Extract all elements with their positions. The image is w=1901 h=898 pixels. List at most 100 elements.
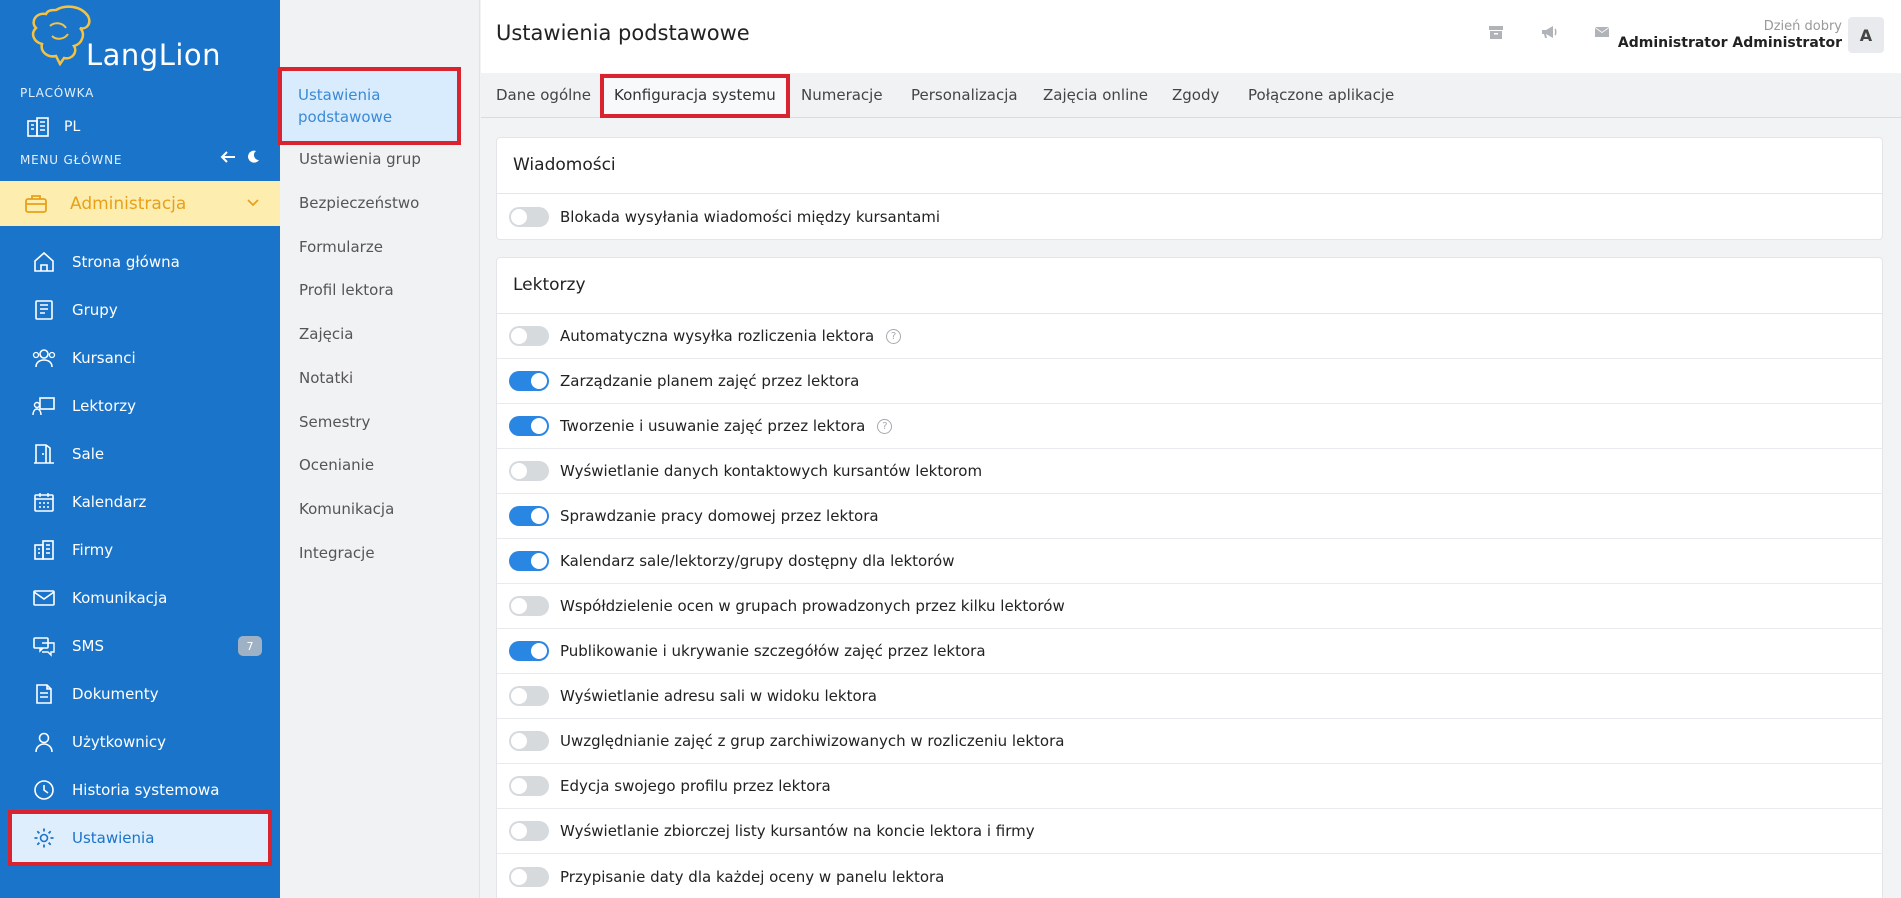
building-icon — [27, 117, 49, 137]
tab-dane-ogolne[interactable]: Dane ogólne — [496, 86, 591, 104]
setting-label: Sprawdzanie pracy domowej przez lektora — [560, 507, 879, 525]
megaphone-icon[interactable] — [1540, 24, 1558, 40]
setting-row: Wyświetlanie adresu sali w widoku lektor… — [497, 674, 1882, 719]
placowka-label: PLACÓWKA — [20, 86, 95, 100]
toggle-switch[interactable] — [509, 506, 549, 526]
nav-item-komunikacja[interactable]: Komunikacja — [0, 574, 280, 622]
collapse-arrow-icon[interactable] — [220, 150, 236, 164]
toggle-switch[interactable] — [509, 416, 549, 436]
book-icon — [35, 300, 53, 320]
setting-row: Sprawdzanie pracy domowej przez lektora — [497, 494, 1882, 539]
page-title: Ustawienia podstawowe — [496, 21, 750, 45]
setting-row: Kalendarz sale/lektorzy/grupy dostępny d… — [497, 539, 1882, 584]
door-icon — [34, 444, 54, 464]
nav-item-lektorzy[interactable]: Lektorzy — [0, 382, 280, 430]
setting-label: Przypisanie daty dla każdej oceny w pane… — [560, 867, 945, 886]
toggle-switch[interactable] — [509, 326, 549, 346]
user-greeting: Dzień dobry Administrator Administrator — [1618, 19, 1842, 51]
setting-row: Tworzenie i usuwanie zajęć przez lektora… — [497, 404, 1882, 449]
setting-label: Wyświetlanie danych kontaktowych kursant… — [560, 462, 983, 480]
toggle-switch[interactable] — [509, 866, 549, 887]
tab-polaczone-aplikacje[interactable]: Połączone aplikacje — [1248, 86, 1394, 104]
setting-label: Publikowanie i ukrywanie szczegółów zaję… — [560, 642, 986, 660]
toggle-switch[interactable] — [509, 641, 549, 661]
subnav-item-ocenianie[interactable]: Ocenianie — [299, 456, 374, 474]
tab-numeracje[interactable]: Numeracje — [801, 86, 883, 104]
envelope-icon — [33, 590, 55, 606]
nav-item-uzytkownicy[interactable]: Użytkownicy — [0, 718, 280, 766]
toggle-switch[interactable] — [509, 461, 549, 481]
briefcase-icon — [25, 194, 47, 213]
nav-item-label: Firmy — [72, 541, 114, 559]
building-icon — [34, 540, 54, 560]
subnav-item-integracje[interactable]: Integracje — [299, 544, 375, 562]
setting-label: Kalendarz sale/lektorzy/grupy dostępny d… — [560, 552, 955, 570]
nav-item-kalendarz[interactable]: Kalendarz — [0, 478, 280, 526]
settings-subnav: Ustawienia podstawowe Ustawienia grup Be… — [278, 0, 480, 898]
nav-item-sms[interactable]: SMS 7 — [0, 622, 280, 670]
calendar-icon — [34, 493, 54, 512]
user-name[interactable]: Administrator Administrator — [1618, 35, 1842, 51]
setting-row: Współdzielenie ocen w grupach prowadzony… — [497, 584, 1882, 629]
user-icon — [35, 732, 53, 753]
subnav-item-profil-lektora[interactable]: Profil lektora — [299, 281, 394, 299]
nav-item-strona-glowna[interactable]: Strona główna — [0, 238, 280, 286]
section-wiadomosci: Wiadomości Blokada wysyłania wiadomości … — [496, 137, 1883, 240]
setting-row: Przypisanie daty dla każdej oceny w pane… — [497, 854, 1882, 898]
toggle-switch[interactable] — [509, 551, 549, 571]
nav-item-label: Kalendarz — [72, 493, 147, 511]
toggle-switch[interactable] — [509, 776, 549, 796]
setting-label: Uwzględnianie zajęć z grup zarchiwizowan… — [560, 732, 1065, 750]
archive-icon[interactable] — [1488, 24, 1504, 40]
admin-label: Administracja — [70, 193, 187, 214]
help-icon[interactable]: ? — [877, 418, 893, 434]
nav-item-label: Ustawienia — [72, 829, 155, 847]
brand-name: LangLion — [86, 38, 222, 72]
nav-item-firmy[interactable]: Firmy — [0, 526, 280, 574]
admin-menu-toggle[interactable]: Administracja — [0, 181, 280, 226]
subnav-item-zajecia[interactable]: Zajęcia — [299, 325, 353, 343]
langlion-logo[interactable]: LangLion — [26, 4, 221, 72]
nav-item-label: Komunikacja — [72, 589, 168, 607]
placowka-selector[interactable]: PL — [26, 115, 80, 139]
toggle-switch[interactable] — [509, 596, 549, 616]
nav-item-label: Sale — [72, 445, 105, 463]
setting-label: Współdzielenie ocen w grupach prowadzony… — [560, 597, 1065, 615]
subnav-item-semestry[interactable]: Semestry — [299, 413, 370, 431]
tab-zgody[interactable]: Zgody — [1172, 86, 1219, 104]
menu-label: MENU GŁÓWNE — [20, 153, 123, 167]
toggle-switch[interactable] — [509, 686, 549, 706]
toggle-switch[interactable] — [509, 371, 549, 391]
section-title: Wiadomości — [497, 138, 1882, 194]
tab-personalizacja[interactable]: Personalizacja — [911, 86, 1018, 104]
toggle-switch[interactable] — [509, 206, 549, 227]
nav-item-label: Historia systemowa — [72, 781, 220, 799]
sms-count-badge: 7 — [238, 636, 262, 656]
subnav-item-formularze[interactable]: Formularze — [299, 238, 383, 256]
tab-konfiguracja-systemu[interactable]: Konfiguracja systemu — [600, 74, 790, 118]
setting-label: Wyświetlanie zbiorczej listy kursantów n… — [560, 822, 1035, 840]
nav-item-kursanci[interactable]: Kursanci — [0, 334, 280, 382]
nav-item-sale[interactable]: Sale — [0, 430, 280, 478]
setting-label: Edycja swojego profilu przez lektora — [560, 777, 831, 795]
help-icon[interactable]: ? — [886, 328, 902, 344]
avatar[interactable]: A — [1848, 17, 1884, 53]
nav-item-dokumenty[interactable]: Dokumenty — [0, 670, 280, 718]
subnav-item-komunikacja[interactable]: Komunikacja — [299, 500, 394, 518]
toggle-switch[interactable] — [509, 731, 549, 751]
nav-item-grupy[interactable]: Grupy — [0, 286, 280, 334]
subnav-item-bezpieczenstwo[interactable]: Bezpieczeństwo — [299, 194, 419, 212]
nav-item-ustawienia[interactable]: Ustawienia — [8, 810, 272, 866]
mail-icon[interactable] — [1594, 24, 1610, 40]
nav-item-label: SMS — [72, 637, 104, 655]
tab-zajecia-online[interactable]: Zajęcia online — [1043, 86, 1148, 104]
toggle-switch[interactable] — [509, 821, 549, 841]
settings-tabs: Dane ogólne Konfiguracja systemu Numerac… — [481, 74, 1901, 118]
nav-item-historia-systemowa[interactable]: Historia systemowa — [0, 766, 280, 814]
subnav-item-notatki[interactable]: Notatki — [299, 369, 353, 387]
teacher-icon — [32, 397, 55, 416]
dark-mode-moon-icon[interactable] — [246, 150, 260, 164]
subnav-item-ustawienia-podstawowe[interactable]: Ustawienia podstawowe — [278, 67, 461, 145]
subnav-item-ustawienia-grup[interactable]: Ustawienia grup — [299, 150, 421, 168]
placowka-value: PL — [64, 119, 81, 135]
